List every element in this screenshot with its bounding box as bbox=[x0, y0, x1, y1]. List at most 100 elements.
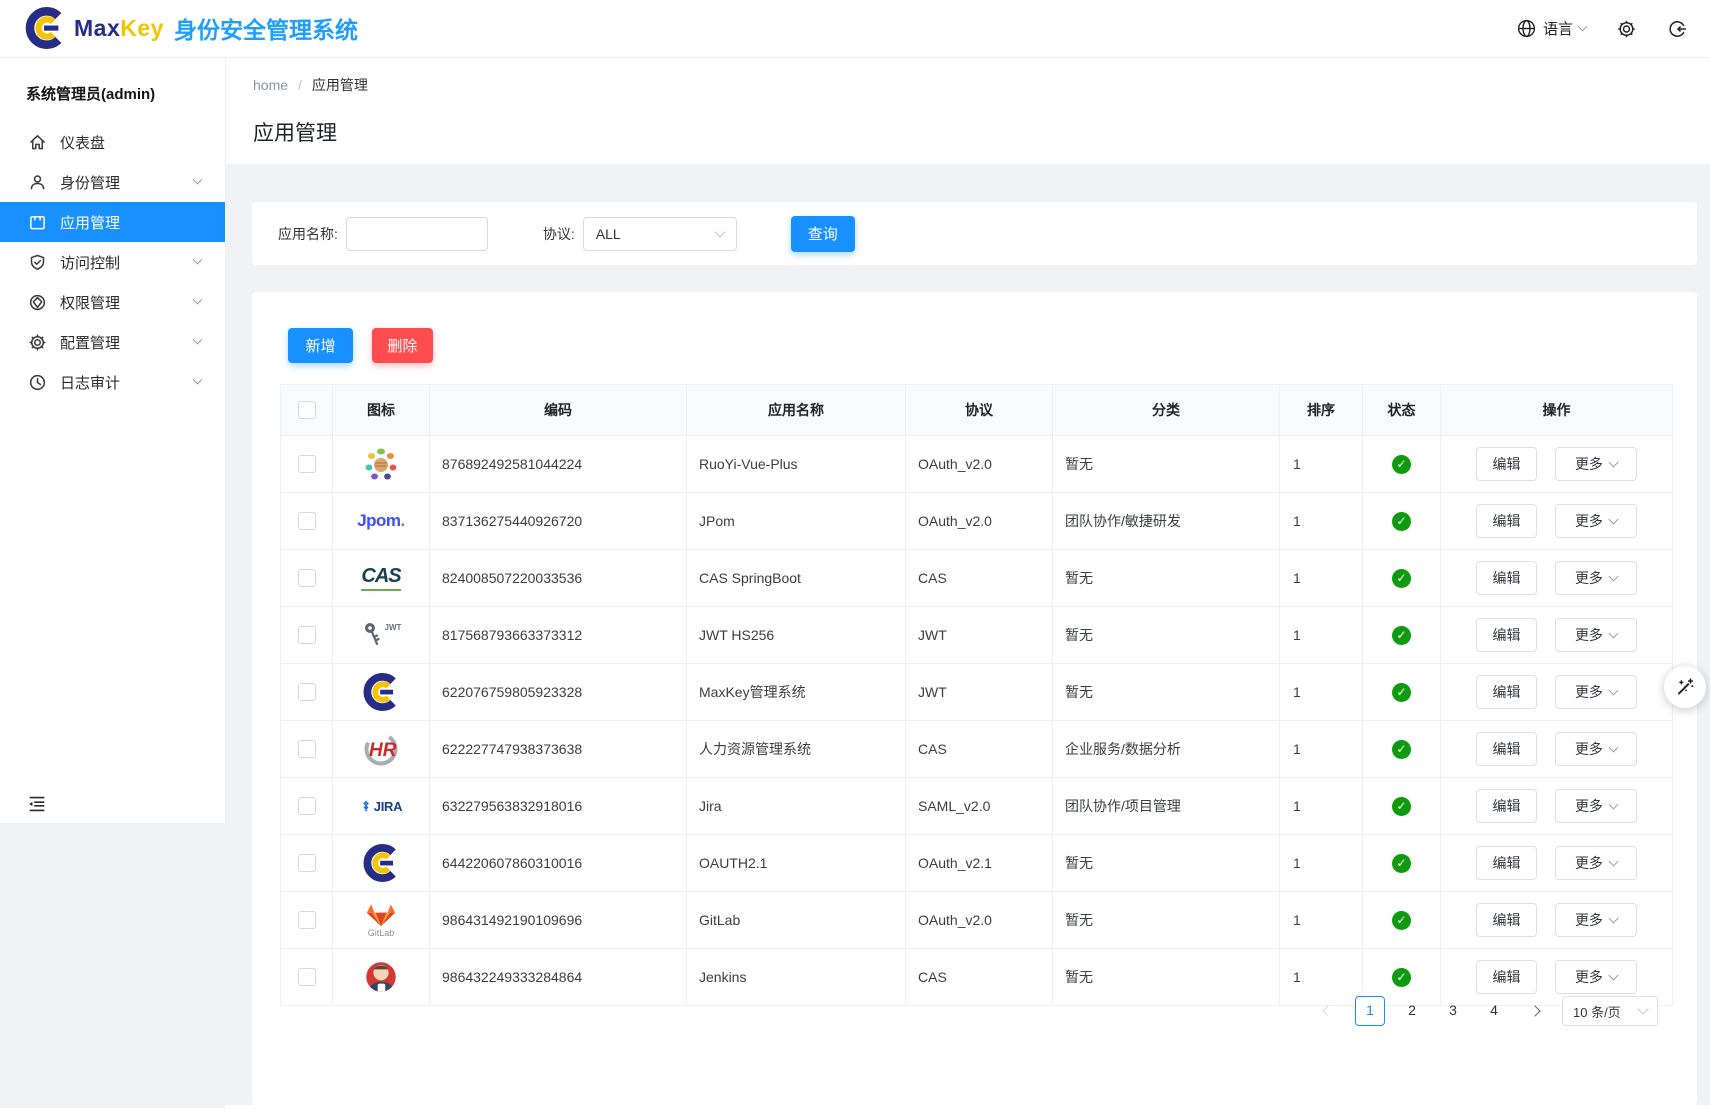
page-number-2[interactable]: 2 bbox=[1398, 996, 1426, 1024]
logout-button[interactable] bbox=[1667, 18, 1688, 39]
sidebar-item-permission[interactable]: 权限管理 bbox=[0, 282, 225, 322]
edit-button[interactable]: 编辑 bbox=[1476, 960, 1537, 994]
app-category-cell: 暂无 bbox=[1053, 949, 1280, 1006]
sidebar-item-config[interactable]: 配置管理 bbox=[0, 322, 225, 362]
sidebar-item-audit[interactable]: 日志审计 bbox=[0, 362, 225, 402]
apps-icon bbox=[28, 213, 47, 232]
table-header-row: 图标编码应用名称协议分类排序状态操作 bbox=[281, 385, 1673, 436]
table-body: 876892492581044224 RuoYi-Vue-Plus OAuth_… bbox=[281, 436, 1673, 1006]
header-actions: 语言 bbox=[1516, 0, 1688, 56]
applications-table: 图标编码应用名称协议分类排序状态操作 876892492581044224 Ru… bbox=[280, 384, 1673, 1006]
page-number-4[interactable]: 4 bbox=[1480, 996, 1508, 1024]
more-button[interactable]: 更多 bbox=[1555, 504, 1637, 538]
more-button[interactable]: 更多 bbox=[1555, 789, 1637, 823]
more-button[interactable]: 更多 bbox=[1555, 618, 1637, 652]
app-category-cell: 暂无 bbox=[1053, 607, 1280, 664]
more-button[interactable]: 更多 bbox=[1555, 561, 1637, 595]
more-button[interactable]: 更多 bbox=[1555, 732, 1637, 766]
breadcrumb-home-link[interactable]: home bbox=[253, 77, 288, 93]
table-row: 876892492581044224 RuoYi-Vue-Plus OAuth_… bbox=[281, 436, 1673, 493]
chevron-down-icon bbox=[1608, 743, 1618, 753]
filter-card: 应用名称: 协议: ALL 查询 bbox=[252, 202, 1697, 265]
edit-button[interactable]: 编辑 bbox=[1476, 789, 1537, 823]
search-button[interactable]: 查询 bbox=[791, 216, 855, 252]
magic-wand-floating-button[interactable] bbox=[1664, 666, 1706, 708]
more-button[interactable]: 更多 bbox=[1555, 903, 1637, 937]
edit-button[interactable]: 编辑 bbox=[1476, 903, 1537, 937]
brand: MaxKey 身份安全管理系统 bbox=[24, 7, 358, 49]
sidebar-item-dashboard[interactable]: 仪表盘 bbox=[0, 122, 225, 162]
row-checkbox[interactable] bbox=[298, 797, 316, 815]
app-category-cell: 暂无 bbox=[1053, 550, 1280, 607]
status-enabled-icon: ✓ bbox=[1392, 455, 1411, 474]
page-number-1[interactable]: 1 bbox=[1355, 996, 1385, 1026]
edit-button[interactable]: 编辑 bbox=[1476, 504, 1537, 538]
row-checkbox[interactable] bbox=[298, 683, 316, 701]
app-name-cell: JWT HS256 bbox=[687, 607, 906, 664]
select-all-cell bbox=[281, 385, 333, 436]
row-checkbox[interactable] bbox=[298, 740, 316, 758]
protocol-select[interactable]: ALL bbox=[583, 217, 737, 251]
more-button[interactable]: 更多 bbox=[1555, 960, 1637, 994]
app-protocol-cell: OAuth_v2.0 bbox=[906, 436, 1053, 493]
edit-button[interactable]: 编辑 bbox=[1476, 732, 1537, 766]
status-enabled-icon: ✓ bbox=[1392, 854, 1411, 873]
table-row: GitLab 986431492190109696 GitLab OAuth_v… bbox=[281, 892, 1673, 949]
add-button[interactable]: 新增 bbox=[288, 328, 353, 363]
row-checkbox[interactable] bbox=[298, 626, 316, 644]
page-size-select[interactable]: 10 条/页 bbox=[1562, 996, 1658, 1026]
app-category-cell: 团队协作/项目管理 bbox=[1053, 778, 1280, 835]
select-all-checkbox[interactable] bbox=[298, 401, 316, 419]
chevron-down-icon bbox=[193, 295, 203, 305]
edit-button[interactable]: 编辑 bbox=[1476, 561, 1537, 595]
breadcrumb-current: 应用管理 bbox=[312, 75, 368, 95]
app-name-cell: GitLab bbox=[687, 892, 906, 949]
app-code-cell: 837136275440926720 bbox=[430, 493, 687, 550]
app-protocol-cell: SAML_v2.0 bbox=[906, 778, 1053, 835]
sidebar-below-gap bbox=[0, 823, 225, 1108]
jenkins-logo-icon bbox=[361, 956, 401, 998]
row-checkbox[interactable] bbox=[298, 911, 316, 929]
settings-gear-button[interactable] bbox=[1616, 18, 1637, 39]
edit-button[interactable]: 编辑 bbox=[1476, 675, 1537, 709]
sidebar-collapse-button[interactable] bbox=[26, 793, 48, 815]
row-checkbox[interactable] bbox=[298, 512, 316, 530]
app-protocol-cell: CAS bbox=[906, 550, 1053, 607]
status-enabled-icon: ✓ bbox=[1392, 626, 1411, 645]
more-button[interactable]: 更多 bbox=[1555, 675, 1637, 709]
table-row: HR 622227747938373638 人力资源管理系统 CAS 企业服务/… bbox=[281, 721, 1673, 778]
row-checkbox[interactable] bbox=[298, 569, 316, 587]
column-header: 分类 bbox=[1053, 385, 1280, 436]
sidebar-item-identity[interactable]: 身份管理 bbox=[0, 162, 225, 202]
sidebar: 系统管理员(admin) 仪表盘 身份管理 应用管理 访问控制 权限管理 配置管… bbox=[0, 57, 226, 823]
sidebar-item-access[interactable]: 访问控制 bbox=[0, 242, 225, 282]
table-row: JIRA 632279563832918016 Jira SAML_v2.0 团… bbox=[281, 778, 1673, 835]
chevron-down-icon bbox=[193, 175, 203, 185]
chevron-down-icon bbox=[1608, 458, 1618, 468]
delete-button[interactable]: 删除 bbox=[372, 328, 433, 363]
brand-subtitle: 身份安全管理系统 bbox=[174, 11, 358, 45]
row-checkbox[interactable] bbox=[298, 455, 316, 473]
row-checkbox[interactable] bbox=[298, 854, 316, 872]
app-sort-cell: 1 bbox=[1280, 835, 1363, 892]
cas-logo-icon: CAS bbox=[361, 557, 401, 599]
top-bar: MaxKey 身份安全管理系统 语言 bbox=[0, 0, 1710, 58]
app-category-cell: 暂无 bbox=[1053, 664, 1280, 721]
sidebar-item-apps[interactable]: 应用管理 bbox=[0, 202, 225, 242]
prev-page-button[interactable] bbox=[1314, 997, 1342, 1025]
more-button[interactable]: 更多 bbox=[1555, 447, 1637, 481]
breadcrumb-separator: / bbox=[298, 77, 302, 93]
edit-button[interactable]: 编辑 bbox=[1476, 846, 1537, 880]
chevron-down-icon bbox=[193, 335, 203, 345]
page-size-value: 10 条/页 bbox=[1573, 1002, 1621, 1021]
more-button[interactable]: 更多 bbox=[1555, 846, 1637, 880]
row-checkbox[interactable] bbox=[298, 968, 316, 986]
app-name-filter-input[interactable] bbox=[346, 217, 488, 251]
page-number-3[interactable]: 3 bbox=[1439, 996, 1467, 1024]
chevron-down-icon bbox=[1608, 914, 1618, 924]
next-page-button[interactable] bbox=[1521, 997, 1549, 1025]
language-switcher[interactable]: 语言 bbox=[1516, 18, 1586, 39]
app-category-cell: 暂无 bbox=[1053, 892, 1280, 949]
edit-button[interactable]: 编辑 bbox=[1476, 447, 1537, 481]
edit-button[interactable]: 编辑 bbox=[1476, 618, 1537, 652]
